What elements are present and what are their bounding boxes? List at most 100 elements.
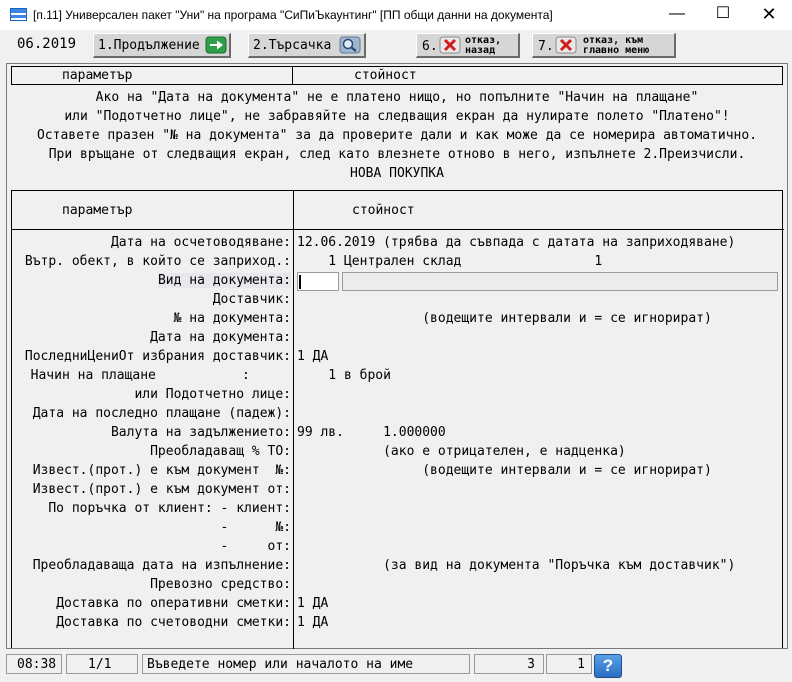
status-count-text: 3 xyxy=(527,657,535,672)
row-label: Извест.(прот.) е към документ №: xyxy=(32,463,291,478)
row-label: Дата на осчетоводяване: xyxy=(110,235,291,250)
row-label: Начин на плащане : xyxy=(15,368,250,383)
app-icon xyxy=(10,8,27,21)
row-value: 1 ДА xyxy=(297,615,329,630)
status-time-text: 08:38 xyxy=(17,657,57,672)
document-type-code-input[interactable] xyxy=(297,272,339,291)
cancel-main-menu-button[interactable]: 7. отказ, към главно меню xyxy=(532,33,676,58)
table-row[interactable]: Извест.(прот.) е към документ от: xyxy=(12,481,784,500)
row-label: Доставчик: xyxy=(212,292,291,307)
table-row[interactable]: По поръчка от клиент: - клиент: xyxy=(12,500,784,519)
info-message: Ако на "Дата на документа" не е платено … xyxy=(7,88,787,183)
status-current: 1 xyxy=(546,654,592,674)
table-row[interactable]: Доставка по счетоводни сметки: 1 ДА xyxy=(12,614,784,633)
row-label: Преобладаваща дата на изпълнение: xyxy=(32,558,291,573)
table-row[interactable]: № на документа: (водещите интервали и = … xyxy=(12,310,784,329)
row-label: Превозно средство: xyxy=(150,577,291,592)
status-hint: Въведете номер или началото на име xyxy=(142,654,470,674)
row-label: № на документа: xyxy=(173,311,291,326)
table-row[interactable]: Доставчик: xyxy=(12,291,784,310)
table-row[interactable]: Доставка по оперативни сметки: 1 ДА xyxy=(12,595,784,614)
table-row[interactable]: Превозно средство: xyxy=(12,576,784,595)
cancel-x-icon xyxy=(555,36,577,54)
info-line-2: или "Подотчетно лице", не забравяйте на … xyxy=(64,109,730,124)
table-row[interactable]: или Подотчетно лице: xyxy=(12,386,784,405)
row-label: По поръчка от клиент: - клиент: xyxy=(48,501,291,516)
row-value: 1 ДА xyxy=(297,349,329,364)
top-header-col1-cell xyxy=(12,67,293,84)
table-row[interactable]: Извест.(прот.) е към документ №: (водещи… xyxy=(12,462,784,481)
table-row[interactable]: Вътр. обект, в който се заприход.: 1 Цен… xyxy=(12,253,784,272)
cancel-main-menu-number: 7. xyxy=(538,39,554,54)
row-label: - №: xyxy=(220,520,291,535)
continue-button-label: 1.Продължение xyxy=(98,38,200,53)
grid-header-line xyxy=(12,229,784,230)
table-row[interactable]: Валута на задължението: 99 лв. 1.000000 xyxy=(12,424,784,443)
top-header-param: параметър xyxy=(62,68,133,83)
cancel-back-number: 6. xyxy=(422,39,438,54)
parameters-grid: параметър стойност Дата на осчетоводяван… xyxy=(11,190,784,649)
info-line-1: Ако на "Дата на документа" не е платено … xyxy=(95,90,699,105)
table-row[interactable]: Дата на последно плащане (падеж): xyxy=(12,405,784,424)
grid-header-param: параметър xyxy=(62,203,133,218)
table-row-active[interactable]: Вид на документа: xyxy=(12,272,784,291)
top-header: параметър стойност xyxy=(11,66,783,85)
table-row[interactable]: Дата на осчетоводяване: 12.06.2019 (трябв… xyxy=(12,234,784,253)
main-panel: параметър стойност Ако на "Дата на докум… xyxy=(6,63,788,649)
document-kind-title: НОВА ПОКУПКА xyxy=(350,166,444,181)
status-bar: 08:38 1/1 Въведете номер или началото на… xyxy=(0,651,792,682)
status-count: 3 xyxy=(474,654,544,674)
row-value: (за вид на документа "Поръчка към достав… xyxy=(297,558,736,573)
info-line-4: При връщане от следващия екран, след кат… xyxy=(48,147,746,162)
row-value: (водещите интервали и = се игнорират) xyxy=(297,463,712,478)
top-header-value: стойност xyxy=(354,68,417,83)
row-value: (ако е отрицателен, е надценка) xyxy=(297,444,626,459)
maximize-icon[interactable]: ☐ xyxy=(700,0,746,30)
continue-button[interactable]: 1.Продължение xyxy=(93,33,231,58)
table-row[interactable]: Преобладаваща дата на изпълнение: (за ви… xyxy=(12,557,784,576)
status-time: 08:38 xyxy=(6,654,62,674)
cancel-back-button[interactable]: 6. отказ, назад xyxy=(416,33,520,58)
table-row[interactable]: - №: xyxy=(12,519,784,538)
row-label: ПоследниЦениОт избрания доставчик: xyxy=(24,349,291,364)
status-current-text: 1 xyxy=(577,657,585,672)
row-label: Доставка по счетоводни сметки: xyxy=(56,615,291,630)
status-page-text: 1/1 xyxy=(88,657,112,672)
table-row[interactable]: - от: xyxy=(12,538,784,557)
row-label: Валута на задължението: xyxy=(110,425,291,440)
help-button[interactable]: ? xyxy=(594,654,622,678)
row-label: или Подотчетно лице: xyxy=(134,387,291,402)
toolbar: 06.2019 1.Продължение 2.Търсачка 6. отка… xyxy=(0,30,792,62)
row-label: Дата на последно плащане (падеж): xyxy=(32,406,291,421)
title-bar: [п.11] Универсален пакет "Уни" на програ… xyxy=(0,0,792,30)
arrow-right-icon xyxy=(205,36,227,54)
row-value: 1 в брой xyxy=(297,368,391,383)
row-value: 12.06.2019 (трябва да съвпада с датата н… xyxy=(297,235,736,250)
minimize-icon[interactable]: — xyxy=(654,0,700,30)
search-button[interactable]: 2.Търсачка xyxy=(248,33,366,58)
grid-header-value: стойност xyxy=(352,203,415,218)
period-label: 06.2019 xyxy=(17,36,77,52)
close-icon[interactable]: ✕ xyxy=(746,0,792,30)
status-page: 1/1 xyxy=(66,654,138,674)
table-row[interactable]: ПоследниЦениОт избрания доставчик: 1 ДА xyxy=(12,348,784,367)
window-title: [п.11] Универсален пакет "Уни" на програ… xyxy=(33,8,553,22)
cancel-x-icon xyxy=(439,36,461,54)
magnifier-icon xyxy=(339,36,361,54)
row-label: Дата на документа: xyxy=(150,330,291,345)
row-label: Вид на документа: xyxy=(157,273,291,288)
table-row[interactable]: Преобладаващ % ТО: (ако е отрицателен, е… xyxy=(12,443,784,462)
cancel-back-label-2: назад xyxy=(465,45,496,56)
status-hint-text: Въведете номер или началото на име xyxy=(147,657,414,672)
text-caret xyxy=(299,275,301,289)
row-value: (водещите интервали и = се игнорират) xyxy=(297,311,712,326)
table-row[interactable]: Начин на плащане : 1 в брой xyxy=(12,367,784,386)
table-row[interactable]: Дата на документа: xyxy=(12,329,784,348)
row-label: Извест.(прот.) е към документ от: xyxy=(32,482,291,497)
row-label: Преобладаващ % ТО: xyxy=(150,444,291,459)
row-label: - от: xyxy=(220,539,291,554)
row-label: Вътр. обект, в който се заприход.: xyxy=(24,254,291,269)
row-value: 1 Централен склад 1 xyxy=(297,254,603,269)
document-type-name-input[interactable] xyxy=(342,272,778,291)
search-button-label: 2.Търсачка xyxy=(253,38,332,53)
